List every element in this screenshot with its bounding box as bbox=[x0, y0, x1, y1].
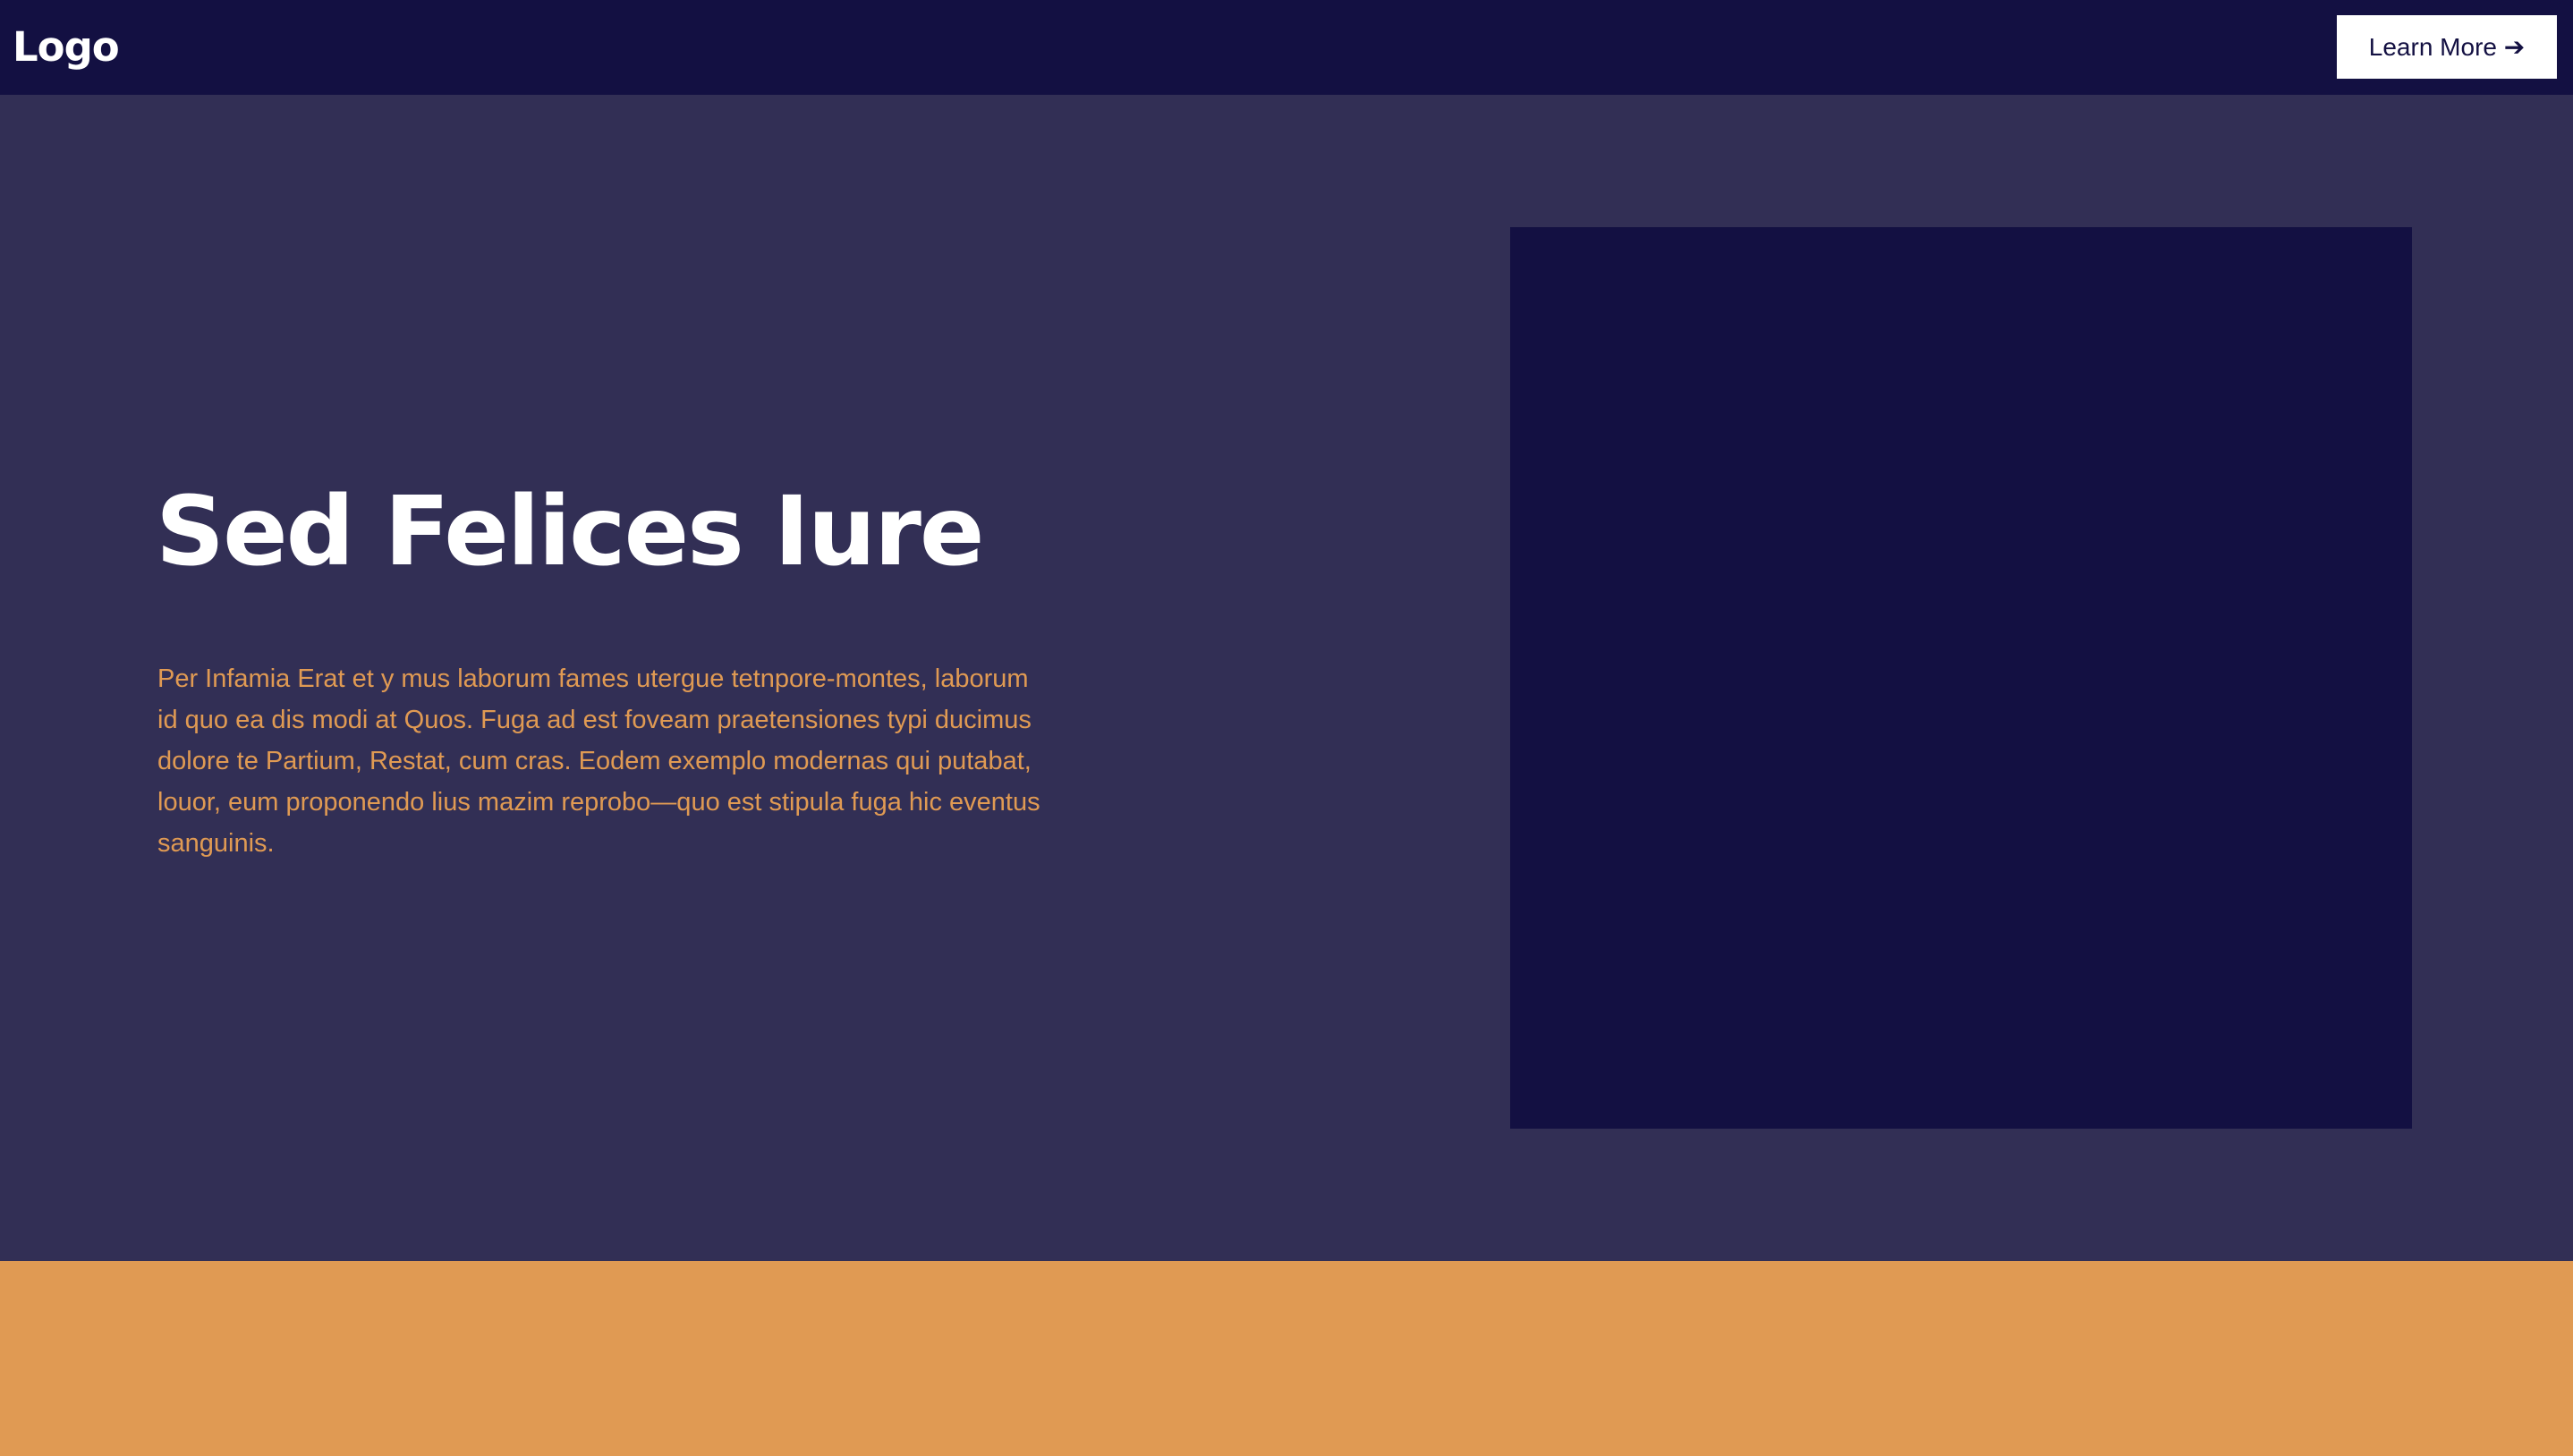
footer-band bbox=[0, 1261, 2573, 1456]
hero-image-placeholder bbox=[1510, 227, 2412, 1129]
hero-title: Sed Felices Iure bbox=[156, 477, 984, 588]
hero-description: Per Infamia Erat et y mus laborum fames … bbox=[157, 665, 1040, 858]
learn-more-button[interactable]: Learn More ➔ bbox=[2337, 15, 2557, 79]
top-navigation-bar: Logo Learn More ➔ bbox=[0, 0, 2573, 95]
logo[interactable]: Logo bbox=[13, 20, 120, 75]
